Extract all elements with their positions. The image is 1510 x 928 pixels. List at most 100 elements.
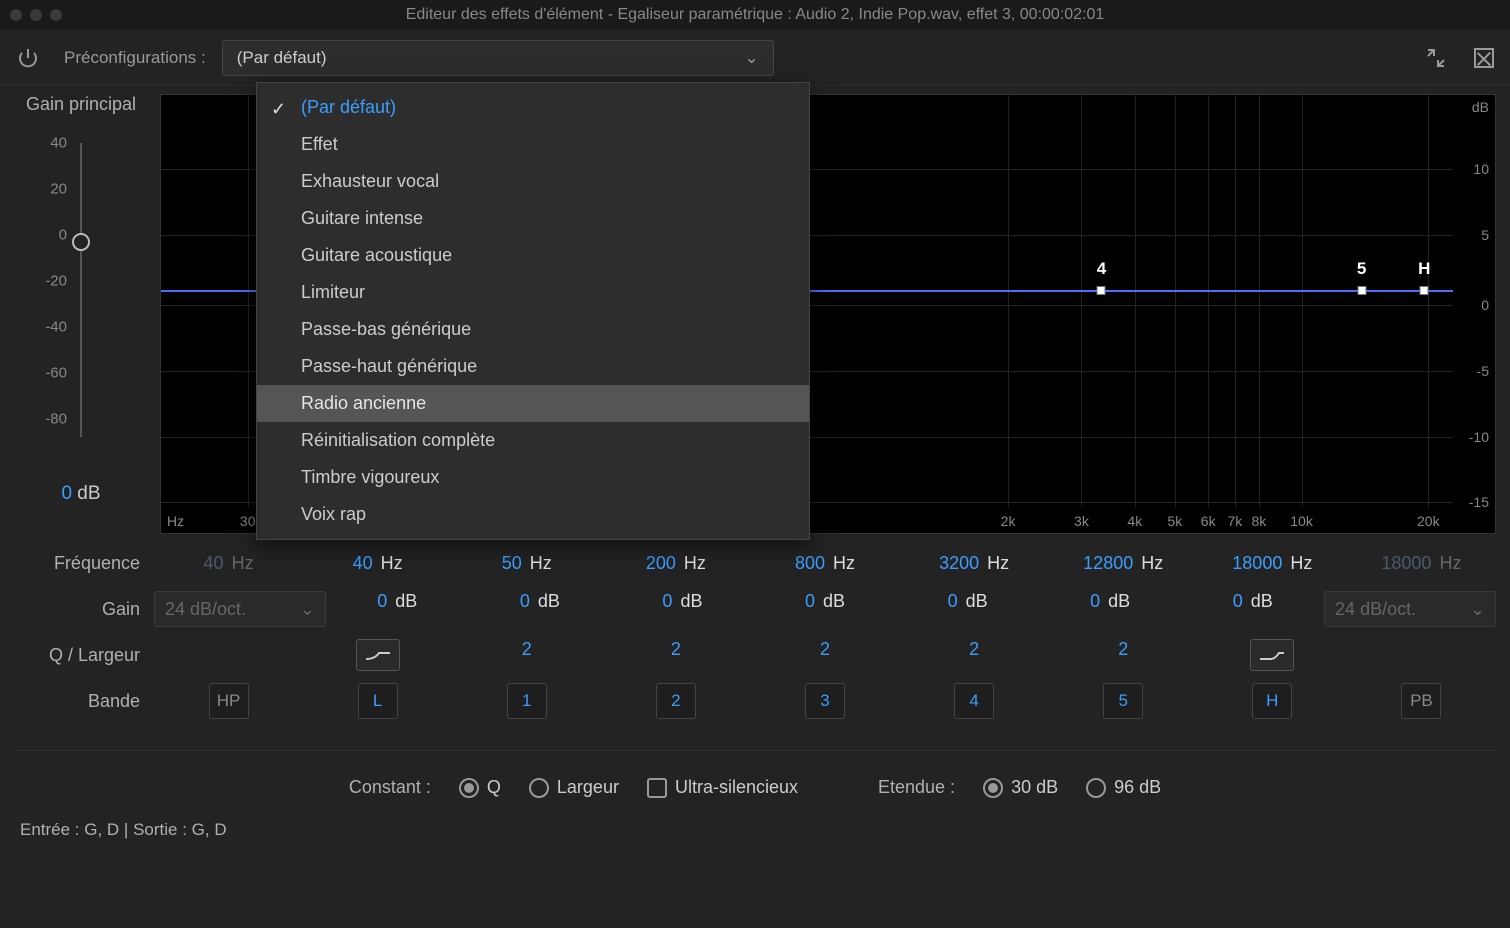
y-tick-label: 0 <box>1481 297 1489 313</box>
band-toggle-L[interactable]: L <box>358 683 398 719</box>
slope-select-left[interactable]: 24 dB/oct.⌄ <box>154 591 326 627</box>
eq-point[interactable] <box>1097 286 1106 295</box>
gain-value[interactable]: 0 dB <box>326 591 469 627</box>
row-frequency: Fréquence 40 Hz40 Hz50 Hz200 Hz800 Hz320… <box>14 540 1496 586</box>
x-tick-label: 7k <box>1227 513 1242 529</box>
preset-option[interactable]: ✓(Par défaut) <box>257 89 809 126</box>
freq-value[interactable]: 50 Hz <box>452 553 601 574</box>
preset-option[interactable]: Guitare acoustique <box>257 237 809 274</box>
x-tick-label: 2k <box>1001 513 1016 529</box>
band-toggle-2[interactable]: 2 <box>656 683 696 719</box>
high-shelf-button[interactable] <box>1250 639 1294 671</box>
slope-select-right[interactable]: 24 dB/oct.⌄ <box>1324 591 1496 627</box>
grid-line-v <box>1008 95 1009 507</box>
freq-value[interactable]: 200 Hz <box>601 553 750 574</box>
window-title: Editeur des effets d'élément - Egaliseur… <box>406 6 1105 24</box>
freq-value[interactable]: 18000 Hz <box>1198 553 1347 574</box>
close-panel-icon[interactable] <box>1474 48 1494 68</box>
band-parameters: Fréquence 40 Hz40 Hz50 Hz200 Hz800 Hz320… <box>0 534 1510 742</box>
power-icon[interactable] <box>16 46 40 70</box>
preset-option[interactable]: Radio ancienne <box>257 385 809 422</box>
preset-option[interactable]: Réinitialisation complète <box>257 422 809 459</box>
preset-option[interactable]: Voix rap <box>257 496 809 533</box>
freq-value[interactable]: 3200 Hz <box>900 553 1049 574</box>
freq-value: 18000 Hz <box>1347 553 1496 574</box>
largeur-radio-label: Largeur <box>557 777 619 798</box>
range-30db-radio[interactable]: 30 dB <box>983 777 1058 798</box>
freq-value[interactable]: 12800 Hz <box>1049 553 1198 574</box>
preset-option[interactable]: Guitare intense <box>257 200 809 237</box>
gain-value[interactable]: 0 dB <box>1181 591 1324 627</box>
preset-option[interactable]: Effet <box>257 126 809 163</box>
band-toggle-3[interactable]: 3 <box>805 683 845 719</box>
q-value[interactable]: 2 <box>452 639 601 671</box>
gain-value[interactable]: 0 dB <box>754 591 897 627</box>
close-window-icon[interactable] <box>10 9 22 21</box>
preset-option[interactable]: Passe-bas générique <box>257 311 809 348</box>
q-value[interactable]: 2 <box>750 639 899 671</box>
minimize-window-icon[interactable] <box>30 9 42 21</box>
maximize-window-icon[interactable] <box>50 9 62 21</box>
eq-point[interactable] <box>1357 286 1366 295</box>
gain-value[interactable]: 0 dB <box>896 591 1039 627</box>
preset-option[interactable]: Timbre vigoureux <box>257 459 809 496</box>
band-toggle-HP[interactable]: HP <box>209 683 249 719</box>
master-gain-slider[interactable]: 40200-20-40-60-80 <box>51 143 111 437</box>
routing-icon[interactable] <box>1424 46 1448 70</box>
master-gain-value[interactable]: 0 dB <box>14 483 148 505</box>
low-shelf-button[interactable] <box>356 639 400 671</box>
preset-option-label: Radio ancienne <box>301 393 426 413</box>
grid-line-v <box>1208 95 1209 507</box>
master-gain-label: Gain principal <box>14 94 148 115</box>
gain-label: Gain <box>14 599 154 620</box>
constant-label: Constant : <box>349 777 431 798</box>
grid-line-v <box>1175 95 1176 507</box>
separator <box>14 750 1496 751</box>
q-value[interactable]: 2 <box>900 639 1049 671</box>
slider-knob[interactable] <box>72 233 90 251</box>
x-tick-label: 6k <box>1201 513 1216 529</box>
eq-point-label: H <box>1418 259 1430 279</box>
preset-option[interactable]: Exhausteur vocal <box>257 163 809 200</box>
band-toggle-PB[interactable]: PB <box>1401 683 1441 719</box>
band-toggle-H[interactable]: H <box>1252 683 1292 719</box>
preset-option-label: (Par défaut) <box>301 97 396 117</box>
x-tick-label: 30 <box>240 513 256 529</box>
y-tick-label: -5 <box>1477 363 1489 379</box>
radio-icon <box>459 778 479 798</box>
q-value[interactable]: 2 <box>1049 639 1198 671</box>
gain-value[interactable]: 0 dB <box>469 591 612 627</box>
gain-tick: -20 <box>45 273 67 290</box>
window-controls[interactable] <box>10 9 62 21</box>
preset-option-label: Voix rap <box>301 504 366 524</box>
io-info: Entrée : G, D | Sortie : G, D <box>0 808 1510 852</box>
band-toggle-4[interactable]: 4 <box>954 683 994 719</box>
preset-option-label: Guitare acoustique <box>301 245 452 265</box>
x-tick-label: 10k <box>1290 513 1313 529</box>
constant-largeur-radio[interactable]: Largeur <box>529 777 619 798</box>
gain-value[interactable]: 0 dB <box>1039 591 1182 627</box>
preset-dropdown[interactable]: ✓(Par défaut)EffetExhausteur vocalGuitar… <box>256 82 810 540</box>
freq-value[interactable]: 40 Hz <box>303 553 452 574</box>
grid-line-v <box>1259 95 1260 507</box>
eq-point[interactable] <box>1420 286 1429 295</box>
band-toggle-1[interactable]: 1 <box>507 683 547 719</box>
q-label: Q / Largeur <box>14 645 154 666</box>
preset-option-label: Passe-bas générique <box>301 319 471 339</box>
checkbox-icon <box>647 778 667 798</box>
preset-option[interactable]: Limiteur <box>257 274 809 311</box>
ultra-silencieux-checkbox[interactable]: Ultra-silencieux <box>647 777 798 798</box>
gain-value[interactable]: 0 dB <box>611 591 754 627</box>
band-toggle-5[interactable]: 5 <box>1103 683 1143 719</box>
freq-value: 40 Hz <box>154 553 303 574</box>
preset-select[interactable]: (Par défaut) ⌄ <box>222 40 774 76</box>
x-tick-label: 20k <box>1417 513 1440 529</box>
gain-tick: 40 <box>50 135 67 152</box>
freq-value[interactable]: 800 Hz <box>750 553 899 574</box>
chevron-down-icon: ⌄ <box>300 599 315 620</box>
range-96db-radio[interactable]: 96 dB <box>1086 777 1161 798</box>
preset-option[interactable]: Passe-haut générique <box>257 348 809 385</box>
constant-q-radio[interactable]: Q <box>459 777 501 798</box>
presets-label: Préconfigurations : <box>64 48 206 68</box>
q-value[interactable]: 2 <box>601 639 750 671</box>
